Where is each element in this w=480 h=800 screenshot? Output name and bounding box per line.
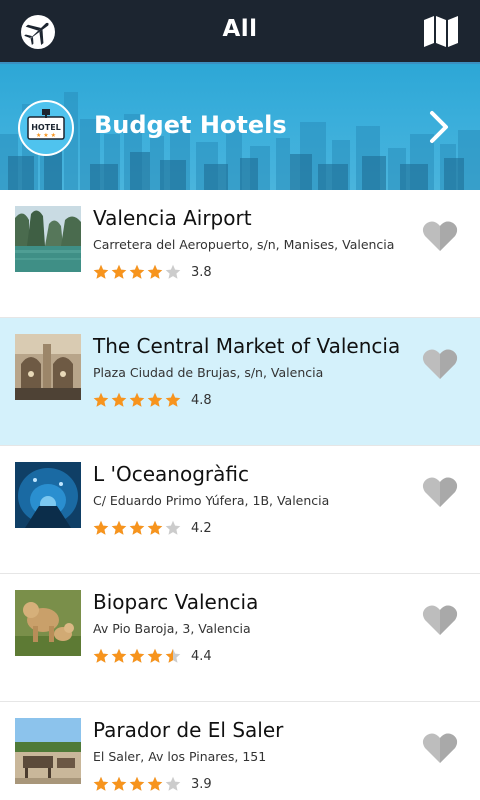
banner-title: Budget Hotels: [94, 111, 287, 139]
star-rating: [93, 648, 183, 666]
category-banner[interactable]: HOTEL ★ ★ ★ Budget Hotels: [0, 64, 480, 190]
star-filled-icon: [165, 392, 181, 407]
star-filled-icon: [93, 776, 109, 791]
heart-icon[interactable]: [422, 732, 458, 764]
star-filled-icon: [129, 648, 145, 663]
top-app-bar: All: [0, 0, 480, 64]
star-filled-icon: [111, 264, 127, 279]
heart-icon[interactable]: [422, 604, 458, 636]
hotel-badge-text: HOTEL: [31, 123, 61, 132]
rating-value: 4.2: [191, 521, 212, 536]
star-filled-icon: [111, 648, 127, 663]
lake-photo: [15, 206, 81, 272]
list-item[interactable]: Bioparc Valencia Av Pio Baroja, 3, Valen…: [0, 574, 480, 702]
rating-value: 4.4: [191, 649, 212, 664]
lions-photo: [15, 590, 81, 656]
heart-icon[interactable]: [422, 476, 458, 508]
heart-icon[interactable]: [422, 348, 458, 380]
list-item[interactable]: Valencia Airport Carretera del Aeropuert…: [0, 190, 480, 318]
star-filled-icon: [147, 648, 163, 663]
rating-value: 4.8: [191, 393, 212, 408]
place-name: The Central Market of Valencia: [93, 334, 401, 358]
page-title: All: [222, 16, 258, 42]
star-filled-icon: [147, 520, 163, 535]
star-filled-icon: [93, 648, 109, 663]
market-photo: [15, 334, 81, 400]
star-filled-icon: [129, 264, 145, 279]
star-filled-icon: [129, 776, 145, 791]
list-item[interactable]: The Central Market of Valencia Plaza Ciu…: [0, 318, 480, 446]
chevron-right-icon[interactable]: [428, 110, 452, 144]
place-address: Carretera del Aeropuerto, s/n, Manises, …: [93, 237, 395, 252]
star-empty-icon: [165, 520, 181, 535]
star-filled-icon: [93, 392, 109, 407]
place-address: Plaza Ciudad de Brujas, s/n, Valencia: [93, 365, 324, 380]
star-empty-icon: [165, 776, 181, 791]
star-rating: [93, 392, 183, 410]
svg-text:★ ★ ★: ★ ★ ★: [36, 132, 56, 139]
star-filled-icon: [111, 776, 127, 791]
heart-icon[interactable]: [422, 220, 458, 252]
star-rating: [93, 264, 183, 282]
star-filled-icon: [93, 520, 109, 535]
star-filled-icon: [147, 264, 163, 279]
hotel-icon: HOTEL ★ ★ ★: [18, 100, 74, 156]
place-address: C/ Eduardo Primo Yúfera, 1B, Valencia: [93, 493, 330, 508]
rating-value: 3.8: [191, 265, 212, 280]
star-rating: [93, 776, 183, 794]
place-name: Parador de El Saler: [93, 718, 284, 742]
place-list: Valencia Airport Carretera del Aeropuert…: [0, 190, 480, 800]
star-filled-icon: [147, 392, 163, 407]
place-name: Bioparc Valencia: [93, 590, 259, 614]
star-half-icon: [165, 648, 181, 663]
star-empty-icon: [165, 264, 181, 279]
terrace-photo: [15, 718, 81, 784]
aquarium-tunnel-photo: [15, 462, 81, 528]
list-item[interactable]: L 'Oceanogràfic C/ Eduardo Primo Yúfera,…: [0, 446, 480, 574]
map-icon[interactable]: [422, 15, 460, 48]
place-name: Valencia Airport: [93, 206, 252, 230]
place-name: L 'Oceanogràfic: [93, 462, 249, 486]
star-rating: [93, 520, 183, 538]
rating-value: 3.9: [191, 777, 212, 792]
star-filled-icon: [111, 520, 127, 535]
place-address: El Saler, Av los Pinares, 151: [93, 749, 267, 764]
star-filled-icon: [93, 264, 109, 279]
list-item[interactable]: Parador de El Saler El Saler, Av los Pin…: [0, 702, 480, 800]
place-address: Av Pio Baroja, 3, Valencia: [93, 621, 251, 636]
star-filled-icon: [129, 392, 145, 407]
star-filled-icon: [129, 520, 145, 535]
star-filled-icon: [111, 392, 127, 407]
star-filled-icon: [147, 776, 163, 791]
